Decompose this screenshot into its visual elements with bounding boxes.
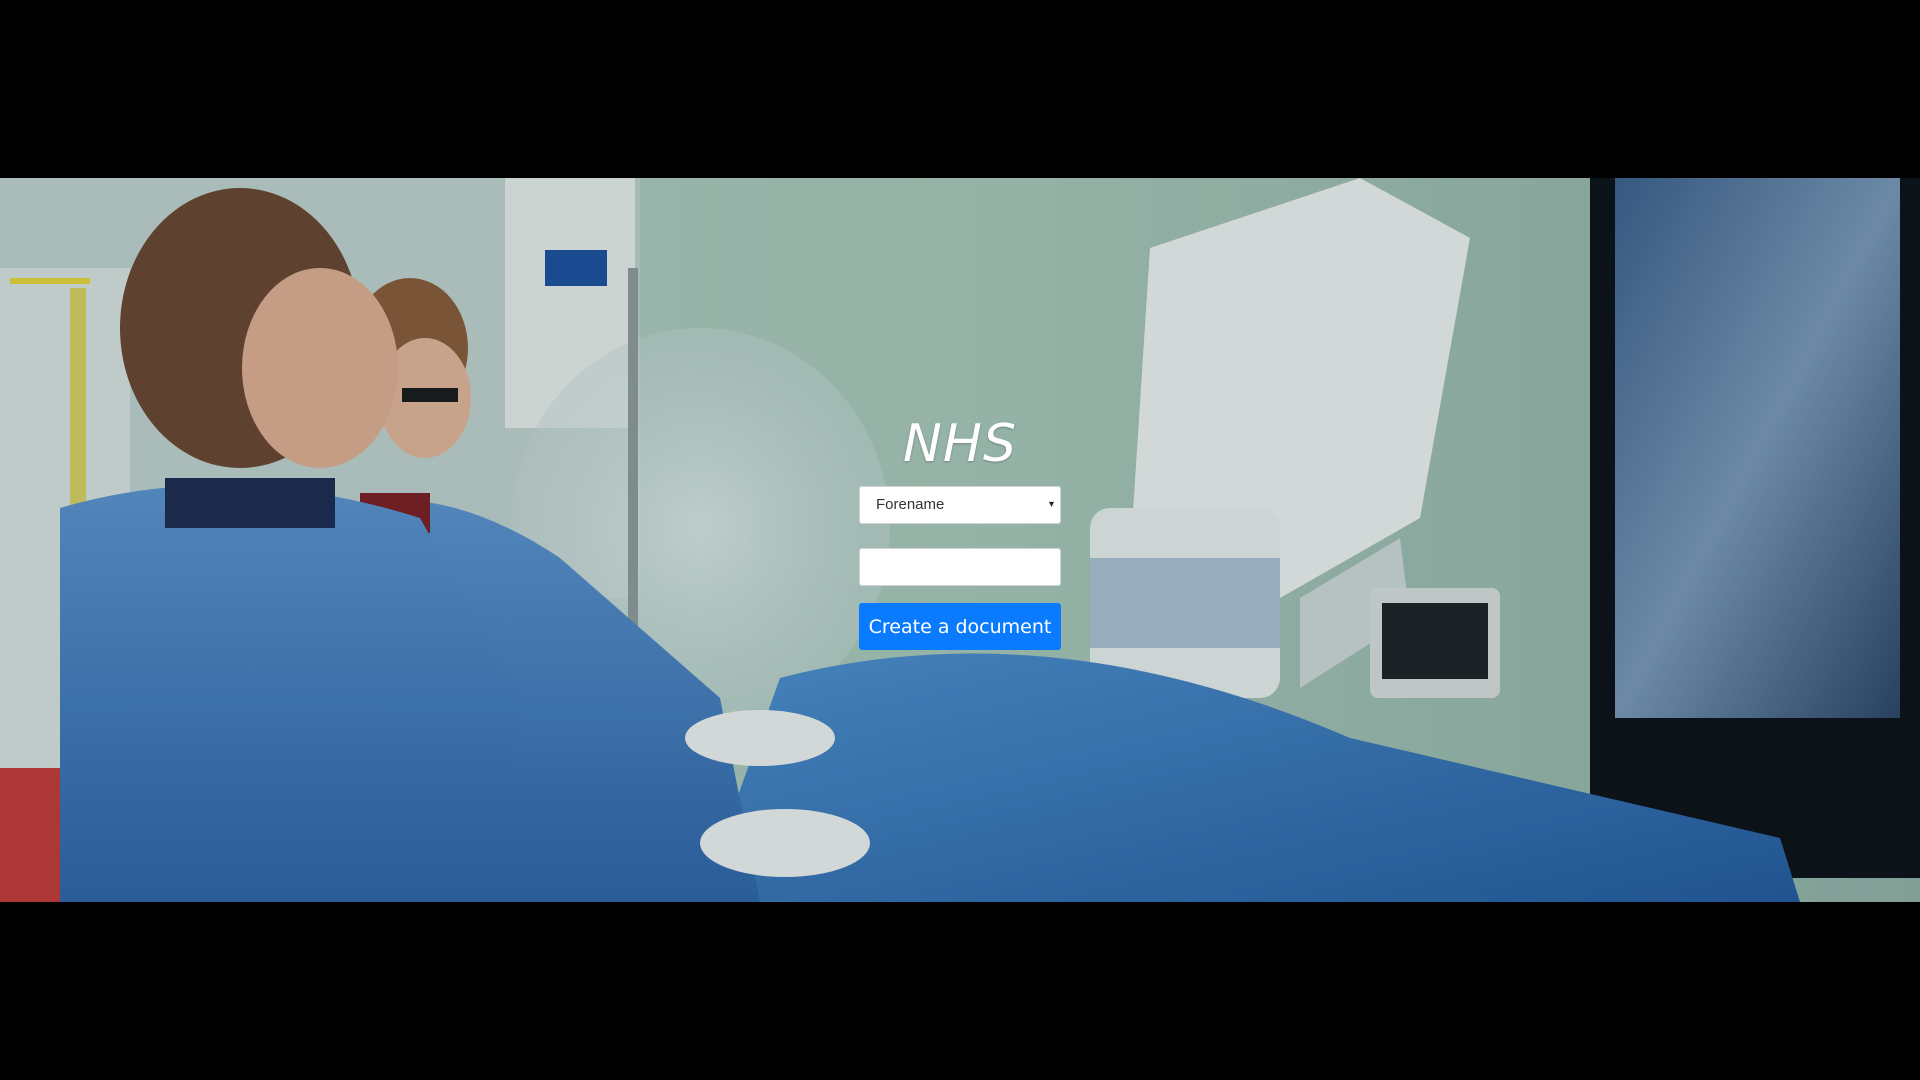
create-document-button[interactable]: Create a document (859, 603, 1061, 650)
page: NHS Forename ▾ Create a document (0, 0, 1920, 1080)
hero-banner: NHS Forename ▾ Create a document (0, 178, 1920, 902)
name-field-select-value: Forename (876, 496, 945, 513)
caret-down-icon: ▾ (1048, 499, 1054, 510)
brand-title: NHS (902, 414, 1017, 474)
name-field-select[interactable]: Forename ▾ (859, 486, 1061, 524)
create-document-form: NHS Forename ▾ Create a document (859, 414, 1061, 650)
name-text-input[interactable] (859, 548, 1061, 586)
